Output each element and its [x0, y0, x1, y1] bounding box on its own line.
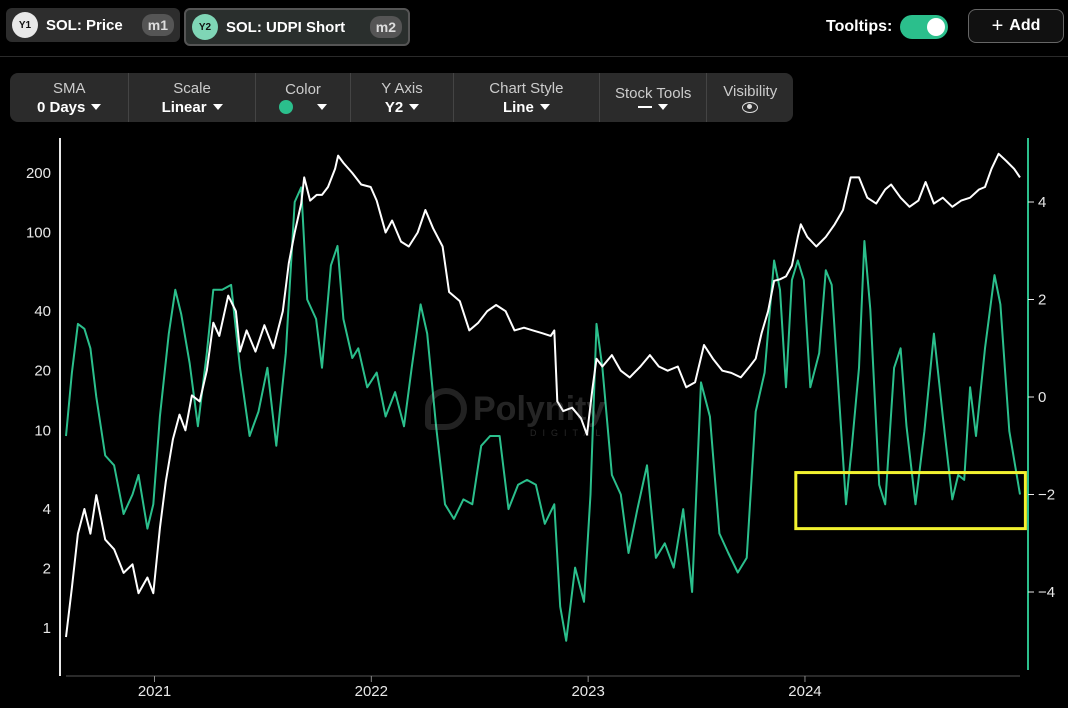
y1-tick-label: 100: [26, 225, 51, 242]
chart-controls: SMA 0 Days Scale Linear Color Y Axis Y2 …: [10, 73, 793, 122]
tooltips-control: Tooltips:: [826, 15, 949, 39]
tooltips-toggle[interactable]: [900, 15, 949, 39]
caret-down-icon: [91, 104, 102, 110]
x-tick-label: 2023: [571, 683, 604, 700]
scale-value: Linear: [161, 98, 207, 116]
series-udpi-label: SOL: UDPI Short: [226, 18, 346, 36]
watermark: Polynity: [425, 388, 605, 430]
y1-tick-label: 200: [26, 165, 51, 182]
series-chip-udpi[interactable]: Y2 SOL: UDPI Short m2: [184, 8, 410, 46]
y1-tick-label: 40: [34, 303, 51, 320]
scale-control[interactable]: Scale Linear: [129, 73, 256, 122]
y2-tick-label: −4: [1038, 584, 1055, 601]
series-chip-price[interactable]: Y1 SOL: Price m1: [6, 8, 180, 42]
y2-badge: Y2: [192, 14, 218, 40]
add-button-label: Add: [1009, 17, 1041, 34]
watermark-subtext: DIGITAL: [530, 428, 607, 438]
line-tool-icon: [638, 106, 653, 108]
x-tick-label: 2022: [355, 683, 388, 700]
stock-tools-label: Stock Tools: [615, 85, 692, 102]
caret-down-icon: [317, 104, 327, 110]
caret-down-icon: [658, 104, 669, 110]
y1-tick-label: 4: [43, 501, 51, 518]
watermark-logo-icon: [425, 388, 467, 430]
highlight-box: [794, 471, 1027, 531]
series-price-label: SOL: Price: [46, 16, 123, 34]
chart-style-label: Chart Style: [489, 79, 564, 97]
caret-down-icon: [212, 104, 223, 110]
x-tick-label: 2021: [138, 683, 171, 700]
eye-icon: [742, 101, 759, 113]
plus-icon: +: [991, 14, 1004, 37]
color-swatch: [279, 100, 293, 114]
top-bar: Y1 SOL: Price m1 Y2 SOL: UDPI Short m2 T…: [0, 0, 1068, 57]
scale-label: Scale: [173, 79, 211, 97]
y1-tick-label: 1: [43, 620, 51, 637]
y2-tick-label: 4: [1038, 194, 1046, 211]
color-label: Color: [285, 81, 321, 98]
y2-tick-label: 0: [1038, 389, 1046, 406]
y1-tick-label: 2: [43, 560, 51, 577]
y2-tick-label: 2: [1038, 292, 1046, 309]
caret-down-icon: [539, 104, 550, 110]
y1-tick-label: 10: [34, 422, 51, 439]
color-control[interactable]: Color: [256, 73, 352, 122]
y-axis-label: Y Axis: [381, 79, 423, 97]
y2-tick-label: −2: [1038, 487, 1055, 504]
watermark-text: Polynity: [473, 389, 606, 428]
x-tick-label: 2024: [788, 683, 821, 700]
visibility-label: Visibility: [723, 82, 778, 100]
metric-badge-m2: m2: [369, 16, 402, 38]
add-button[interactable]: + Add: [968, 9, 1064, 43]
visibility-control[interactable]: Visibility: [707, 73, 793, 122]
chart-style-control[interactable]: Chart Style Line: [454, 73, 600, 122]
caret-down-icon: [409, 104, 420, 110]
stock-tools-control[interactable]: Stock Tools: [600, 73, 708, 122]
tooltips-label: Tooltips:: [826, 18, 893, 35]
sma-value: 0 Days: [37, 98, 86, 116]
y-axis-control[interactable]: Y Axis Y2: [351, 73, 454, 122]
sma-label: SMA: [52, 79, 86, 97]
chart-style-value: Line: [502, 98, 534, 116]
sma-control[interactable]: SMA 0 Days: [10, 73, 130, 122]
metric-badge-m1: m1: [141, 14, 174, 36]
y-axis-value: Y2: [384, 98, 404, 116]
toggle-knob: [927, 18, 946, 36]
y1-tick-label: 20: [34, 363, 51, 380]
y1-badge: Y1: [12, 12, 38, 38]
